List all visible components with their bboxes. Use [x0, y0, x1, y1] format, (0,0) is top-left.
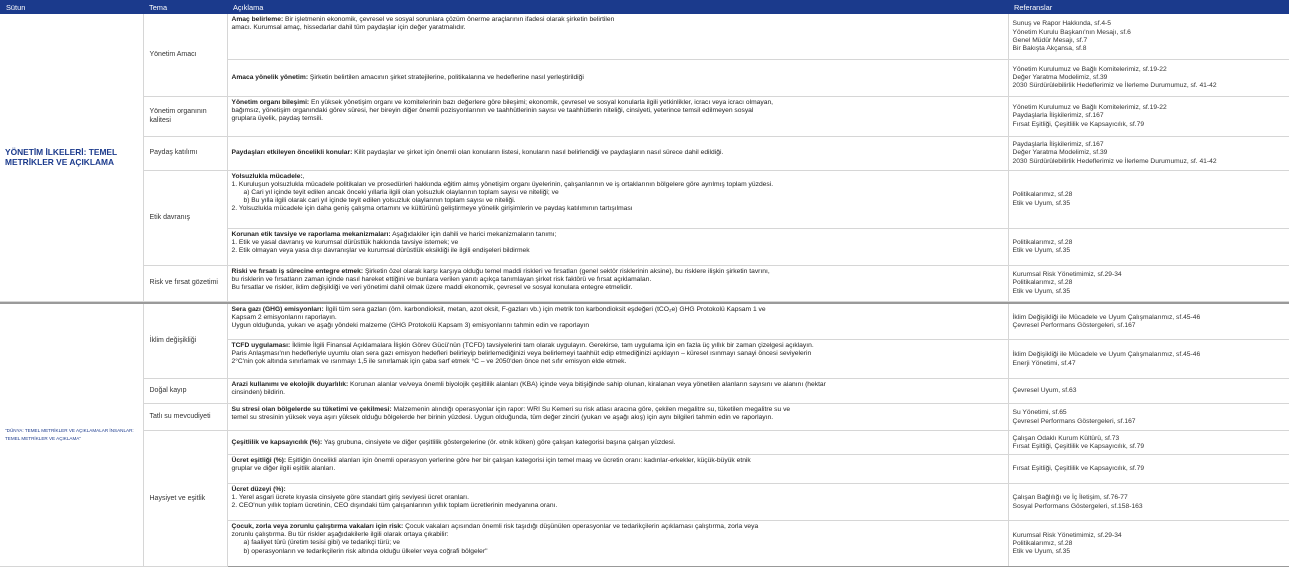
theme-label: Paydaş katılımı	[143, 136, 228, 171]
description-cell: Korunan etik tavsiye ve raporlama mekani…	[227, 228, 1009, 266]
description-cell: Amaç belirleme: Bir işletmenin ekonomik,…	[227, 14, 1009, 60]
description-cell: Su stresi olan bölgelerde su tüketimi ve…	[227, 403, 1009, 431]
header-references: Referanslar	[1008, 0, 1289, 14]
theme-label: Tatlı su mevcudiyeti	[143, 403, 228, 431]
table-row: Risk ve fırsat gözetimi Riski ve fırsatı…	[0, 265, 1289, 302]
references-cell: Su Yönetimi, sf.65 Çevresel Performans Gö…	[1008, 403, 1289, 431]
references-cell: İklim Değişikliği ile Mücadele ve Uyum Ç…	[1008, 301, 1289, 340]
references-cell: Yönetim Kurulumuz ve Bağlı Komitelerimiz…	[1008, 59, 1289, 97]
pillar-label: YÖNETİM İLKELERİ: TEMEL METRİKLER VE AÇI…	[5, 146, 117, 167]
references-cell: İklim Değişikliği ile Mücadele ve Uyum Ç…	[1008, 339, 1289, 379]
table-row: Paydaş katılımı Paydaşları etkileyen önc…	[0, 136, 1289, 171]
table-row: Etik davranış Yolsuzlukla mücadele:, 1. K…	[0, 170, 1289, 266]
table-row: YÖNETİM İLKELERİ: TEMEL METRİKLER VE AÇI…	[0, 14, 1289, 302]
references-cell: Yönetim Kurulumuz ve Bağlı Komitelerimiz…	[1008, 96, 1289, 137]
description-cell: Çocuk, zorla veya zorunlu çalıştırma vak…	[227, 520, 1009, 567]
esg-index-table-planet-people: "DÜNYA: TEMEL METRİKLER VE AÇIKLAMALAR İ…	[0, 301, 1289, 567]
references-cell: Çevresel Uyum, sf.63	[1008, 378, 1289, 404]
references-cell: Politikalarımız, sf.28 Etik ve Uyum, sf.3…	[1008, 228, 1289, 266]
header-theme: Tema	[143, 0, 227, 14]
references-cell: Politikalarımız, sf.28 Etik ve Uyum, sf.3…	[1008, 170, 1289, 229]
references-cell: Çalışan Odaklı Kurum Kültürü, sf.73 Fırsa…	[1008, 430, 1289, 455]
description-cell: TCFD uygulaması: İklimle İlgili Finansal…	[227, 339, 1009, 379]
table-row: Doğal kayıp Arazi kullanımı ve ekolojik …	[0, 378, 1289, 404]
description-cell: Paydaşları etkileyen öncelikli konular: …	[227, 136, 1009, 171]
description-cell: Riski ve fırsatı iş sürecine entegre etm…	[227, 265, 1009, 302]
theme-label: Yönetim organının kalitesi	[143, 96, 228, 137]
theme-label: Etik davranış	[143, 170, 228, 266]
references-cell: Kurumsal Risk Yönetimimiz, sf.29-34 Polit…	[1008, 520, 1289, 567]
description-cell: Ücret eşitliği (%): Eşitliğin öncelikli …	[227, 454, 1009, 484]
table-row: Tatlı su mevcudiyeti Su stresi olan bölg…	[0, 403, 1289, 431]
theme-label: Doğal kayıp	[143, 378, 228, 404]
theme-label: İklim değişikliği	[143, 301, 228, 379]
description-cell: Sera gazı (GHG) emisyonları: İlgili tüm …	[227, 301, 1009, 340]
pillar-governance: YÖNETİM İLKELERİ: TEMEL METRİKLER VE AÇI…	[0, 14, 144, 302]
references-cell: Kurumsal Risk Yönetimimiz, sf.29-34 Polit…	[1008, 265, 1289, 302]
theme-label: Haysiyet ve eşitlik	[143, 430, 228, 567]
table-row: Yönetim organının kalitesi Yönetim organ…	[0, 96, 1289, 137]
table-row: Haysiyet ve eşitlik Çeşitlilik ve kapsay…	[0, 430, 1289, 567]
esg-index-table: Sütun Tema Açıklama Referanslar YÖNETİM …	[0, 0, 1289, 302]
header-description: Açıklama	[227, 0, 1008, 14]
description-cell: Yönetim organı bileşimi: En yüksek yönet…	[227, 96, 1009, 137]
pillar-label: "DÜNYA: TEMEL METRİKLER VE AÇIKLAMALAR İ…	[5, 428, 134, 442]
theme-label: Risk ve fırsat gözetimi	[143, 265, 228, 302]
theme-label: Yönetim Amacı	[143, 14, 228, 97]
table-row: "DÜNYA: TEMEL METRİKLER VE AÇIKLAMALAR İ…	[0, 301, 1289, 567]
references-cell: Sunuş ve Rapor Hakkında, sf.4-5 Yönetim K…	[1008, 14, 1289, 60]
description-cell: Arazi kullanımı ve ekolojik duyarlılık: …	[227, 378, 1009, 404]
pillar-planet-people: "DÜNYA: TEMEL METRİKLER VE AÇIKLAMALAR İ…	[0, 301, 144, 567]
table-header-row: Sütun Tema Açıklama Referanslar	[0, 0, 1289, 14]
references-cell: Paydaşlarla İlişkilerimiz, sf.167 Değer Y…	[1008, 136, 1289, 171]
description-cell: Ücret düzeyi (%): 1. Yerel asgari ücrete …	[227, 483, 1009, 521]
description-cell: Amaca yönelik yönetim: Şirketin belirtil…	[227, 59, 1009, 97]
references-cell: Çalışan Bağlılığı ve İç İletişim, sf.76-…	[1008, 483, 1289, 521]
header-pillar: Sütun	[0, 0, 143, 14]
references-cell: Fırsat Eşitliği, Çeşitlilik ve Kapsayıcı…	[1008, 454, 1289, 484]
description-cell: Yolsuzlukla mücadele:, 1. Kuruluşun yolsu…	[227, 170, 1009, 229]
description-cell: Çeşitlilik ve kapsayıcılık (%): Yaş grub…	[227, 430, 1009, 455]
